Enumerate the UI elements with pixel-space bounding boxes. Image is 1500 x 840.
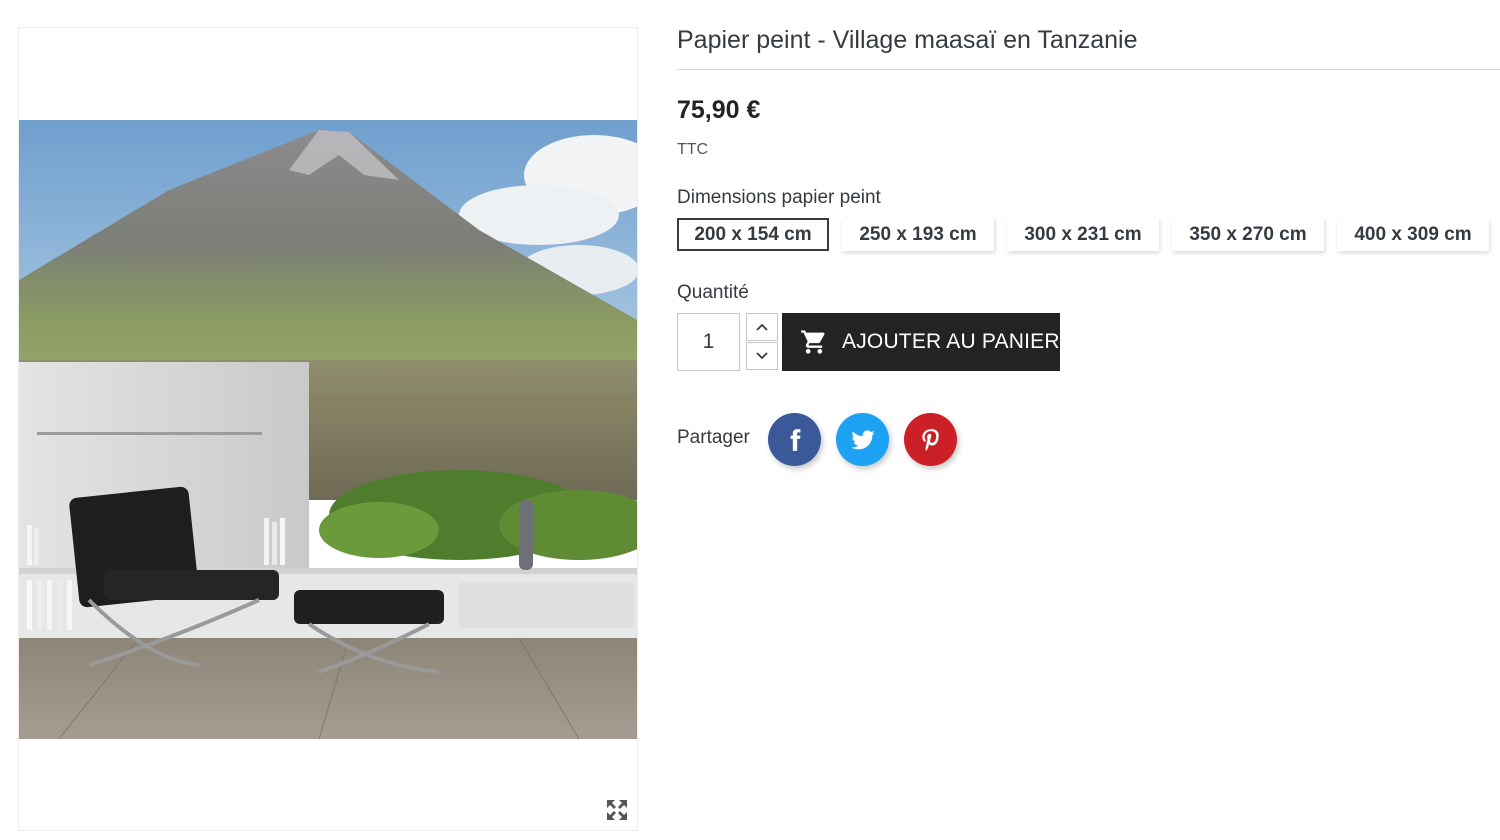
shopping-cart-icon (801, 330, 825, 354)
expand-icon[interactable] (605, 798, 629, 822)
product-price: 75,90 € (677, 96, 761, 124)
product-page: Papier peint - Village maasaï en Tanzani… (0, 0, 1500, 840)
product-image[interactable] (19, 120, 637, 739)
title-divider (677, 69, 1500, 70)
pinterest-icon (921, 428, 939, 451)
dimensions-label: Dimensions papier peint (677, 187, 881, 208)
twitter-share-button[interactable] (836, 413, 889, 466)
dimension-option-200x154[interactable]: 200 x 154 cm (677, 218, 829, 251)
facebook-icon (790, 428, 801, 451)
share-label: Partager (677, 427, 750, 448)
quantity-increase-button[interactable] (746, 313, 778, 341)
quantity-decrease-button[interactable] (746, 342, 778, 370)
quantity-input[interactable]: 1 (677, 313, 740, 371)
quantity-label: Quantité (677, 282, 749, 303)
dimension-option-400x309[interactable]: 400 x 309 cm (1337, 218, 1489, 251)
tax-label: TTC (677, 141, 709, 158)
chevron-down-icon (756, 352, 768, 360)
twitter-icon (850, 429, 875, 449)
product-image-panel (18, 27, 638, 831)
dimension-option-300x231[interactable]: 300 x 231 cm (1007, 218, 1159, 251)
add-to-cart-label: AJOUTER AU PANIER (842, 330, 1060, 353)
facebook-share-button[interactable] (768, 413, 821, 466)
dimension-options: 200 x 154 cm 250 x 193 cm 300 x 231 cm 3… (677, 218, 1489, 251)
dimension-option-350x270[interactable]: 350 x 270 cm (1172, 218, 1324, 251)
dimension-option-250x193[interactable]: 250 x 193 cm (842, 218, 994, 251)
product-title: Papier peint - Village maasaï en Tanzani… (677, 26, 1138, 54)
add-to-cart-button[interactable]: AJOUTER AU PANIER (782, 313, 1060, 371)
pinterest-share-button[interactable] (904, 413, 957, 466)
chevron-up-icon (756, 323, 768, 331)
